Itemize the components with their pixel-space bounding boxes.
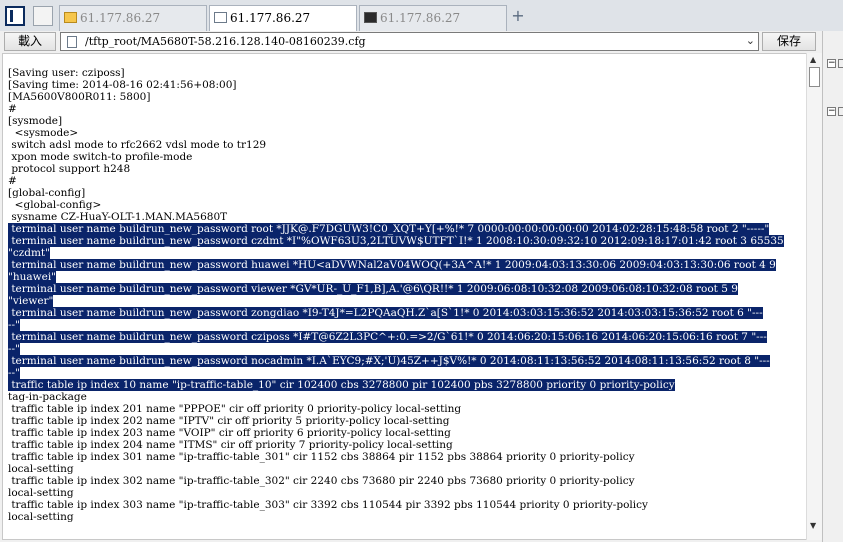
selected-text: traffic table ip index 10 name "ip-traff… [8,379,675,391]
editor-line[interactable]: xpon mode switch-to profile-mode [8,150,808,163]
editor-line[interactable]: # [8,102,808,115]
editor-line[interactable]: terminal user name buildrun_new_password… [8,306,808,319]
tab-2-label: 61.177.86.27 [230,11,311,25]
terminal-icon [364,12,377,23]
scroll-thumb[interactable] [809,67,820,87]
editor-line[interactable]: --" [8,366,808,379]
editor-line[interactable]: <sysmode> [8,126,808,139]
folder-icon [64,12,77,23]
path-input[interactable]: /tftp_root/MA5680T-58.216.128.140-081602… [60,32,759,51]
toolbar: 載入 /tftp_root/MA5680T-58.216.128.140-081… [0,31,843,52]
editor-line[interactable]: terminal user name buildrun_new_password… [8,222,808,235]
sidebar-toggle-button[interactable] [5,6,25,26]
editor-line[interactable]: terminal user name buildrun_new_password… [8,330,808,343]
editor-line[interactable]: switch adsl mode to rfc2662 vdsl mode to… [8,138,808,151]
editor-line[interactable]: traffic table ip index 302 name "ip-traf… [8,474,808,487]
selected-text: terminal user name buildrun_new_password… [8,307,763,319]
tab-bar: 61.177.86.27 61.177.86.27 61.177.86.27 + [0,0,843,32]
save-button[interactable]: 保存 [762,32,816,51]
editor-line[interactable]: "huawei" [8,270,808,283]
tab-2[interactable]: 61.177.86.27 [209,5,357,32]
line-text: local-setting [8,511,74,523]
vertical-scrollbar[interactable]: ▲ ▼ [806,53,822,540]
collapse-toggle-1[interactable]: − [827,59,836,68]
line-text: traffic table ip index 302 name "ip-traf… [8,475,635,487]
line-text: traffic table ip index 301 name "ip-traf… [8,451,635,463]
toolbar-icon-button[interactable] [33,6,53,26]
editor-line[interactable]: # [8,174,808,187]
file-icon [67,36,77,48]
editor-line[interactable]: [global-config] [8,186,808,199]
tab-3[interactable]: 61.177.86.27 [359,5,507,31]
editor-line[interactable]: terminal user name buildrun_new_password… [8,258,808,271]
chevron-down-icon[interactable]: ⌄ [746,34,755,47]
editor-line[interactable]: [MA5600V800R011: 5800] [8,90,808,103]
tab-1-label: 61.177.86.27 [80,11,161,25]
editor-line[interactable]: local-setting [8,510,808,523]
editor-line[interactable]: local-setting [8,462,808,475]
editor-line[interactable]: local-setting [8,486,808,499]
scroll-up-icon[interactable]: ▲ [810,55,816,64]
editor-content[interactable]: [Saving user: cziposs] [Saving time: 2014… [8,66,808,523]
document-icon [214,12,227,23]
editor-line[interactable]: traffic table ip index 204 name "ITMS" c… [8,438,808,451]
selected-text: terminal user name buildrun_new_password… [8,355,770,367]
path-value: /tftp_root/MA5680T-58.216.128.140-081602… [85,35,366,48]
load-button[interactable]: 載入 [4,32,56,51]
editor-line[interactable]: terminal user name buildrun_new_password… [8,354,808,367]
editor-line[interactable]: terminal user name buildrun_new_password… [8,282,808,295]
editor-line[interactable]: "viewer" [8,294,808,307]
editor-line[interactable]: traffic table ip index 303 name "ip-traf… [8,498,808,511]
editor-line[interactable]: <global-config> [8,198,808,211]
add-tab-button[interactable]: + [510,8,526,24]
editor-line[interactable]: "czdmt" [8,246,808,259]
editor-line[interactable]: traffic table ip index 202 name "IPTV" c… [8,414,808,427]
tab-3-label: 61.177.86.27 [380,11,461,25]
editor-line[interactable]: [Saving time: 2014-08-16 02:41:56+08:00] [8,78,808,91]
side-pane: − − [822,31,843,542]
selected-text: terminal user name buildrun_new_password… [8,259,776,271]
editor-line[interactable]: terminal user name buildrun_new_password… [8,234,808,247]
side-frame-2 [838,107,843,116]
editor-line[interactable]: traffic table ip index 301 name "ip-traf… [8,450,808,463]
collapse-toggle-2[interactable]: − [827,107,836,116]
scroll-down-icon[interactable]: ▼ [810,521,816,530]
editor-line[interactable]: sysname CZ-HuaY-OLT-1.MAN.MA5680T [8,210,808,223]
editor-line[interactable]: traffic table ip index 201 name "PPPOE" … [8,402,808,415]
editor-line[interactable]: --" [8,318,808,331]
editor-line[interactable]: --" [8,342,808,355]
selected-text: terminal user name buildrun_new_password… [8,283,738,295]
selected-text: terminal user name buildrun_new_password… [8,331,767,343]
editor-line[interactable]: traffic table ip index 203 name "VOIP" c… [8,426,808,439]
editor-line[interactable]: [sysmode] [8,114,808,127]
side-frame-1 [838,59,843,68]
line-text: [MA5600V800R011: 5800] [8,91,151,103]
editor-line[interactable]: tag-in-package [8,390,808,403]
text-editor[interactable]: [Saving user: cziposs] [Saving time: 2014… [2,53,822,540]
line-text: protocol support h248 [8,163,131,175]
editor-line[interactable]: protocol support h248 [8,162,808,175]
editor-line[interactable]: traffic table ip index 10 name "ip-traff… [8,378,808,391]
tab-1[interactable]: 61.177.86.27 [59,5,207,31]
editor-line[interactable]: [Saving user: cziposs] [8,66,808,79]
line-text: traffic table ip index 303 name "ip-traf… [8,499,648,511]
selected-text: terminal user name buildrun_new_password… [8,235,784,247]
